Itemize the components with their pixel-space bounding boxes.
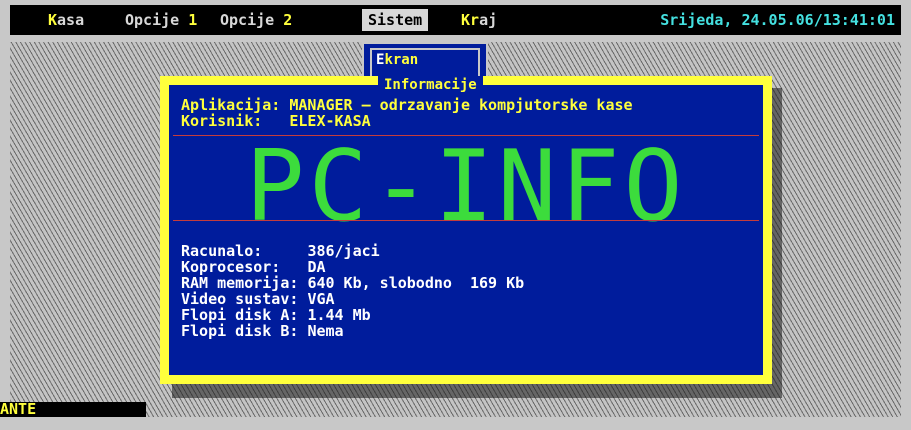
divider-bottom xyxy=(173,220,759,221)
info-row-flopi-b: Flopi disk B: Nema xyxy=(181,322,344,340)
menu-kraj[interactable]: Kraj xyxy=(461,5,497,35)
info-dialog: Informacije Aplikacija: MANAGER – odrzav… xyxy=(160,76,772,384)
info-row-racunalo: Racunalo: 386/jaci xyxy=(181,242,380,260)
submenu-ekran: Ekran xyxy=(362,42,488,78)
info-row-flopi-a: Flopi disk A: 1.44 Mb xyxy=(181,306,371,324)
korisnik-value: ELEX-KASA xyxy=(289,112,371,130)
menu-kasa[interactable]: Kasa xyxy=(48,5,84,35)
menu-sistem[interactable]: Sistem xyxy=(362,9,429,31)
menu-opcije-2[interactable]: Opcije 2 xyxy=(220,5,292,35)
ekran-item[interactable]: Ekran xyxy=(370,48,480,76)
info-row-ram: RAM memorija: 640 Kb, slobodno 169 Kb xyxy=(181,274,525,292)
pc-info-banner: PC-INFO xyxy=(245,130,687,244)
dialog-title: Informacije xyxy=(378,76,483,94)
system-info-list: Racunalo: 386/jaci Koprocesor: DA RAM me… xyxy=(181,243,524,339)
datetime: Srijeda, 24.05.06/13:41:01 xyxy=(660,11,895,29)
info-row-video: Video sustav: VGA xyxy=(181,290,335,308)
korisnik-label: Korisnik: xyxy=(181,112,263,130)
menu-bar: Kasa Opcije 1 Opcije 2 Sistem Kraj Srije… xyxy=(10,5,901,35)
info-row-koprocesor: Koprocesor: DA xyxy=(181,258,326,276)
status-user: ANTE xyxy=(0,402,146,417)
dialog-body: Informacije Aplikacija: MANAGER – odrzav… xyxy=(169,76,763,375)
dialog-header: Aplikacija: MANAGER – odrzavanje kompjut… xyxy=(181,97,633,129)
menu-opcije-1[interactable]: Opcije 1 xyxy=(125,5,197,35)
